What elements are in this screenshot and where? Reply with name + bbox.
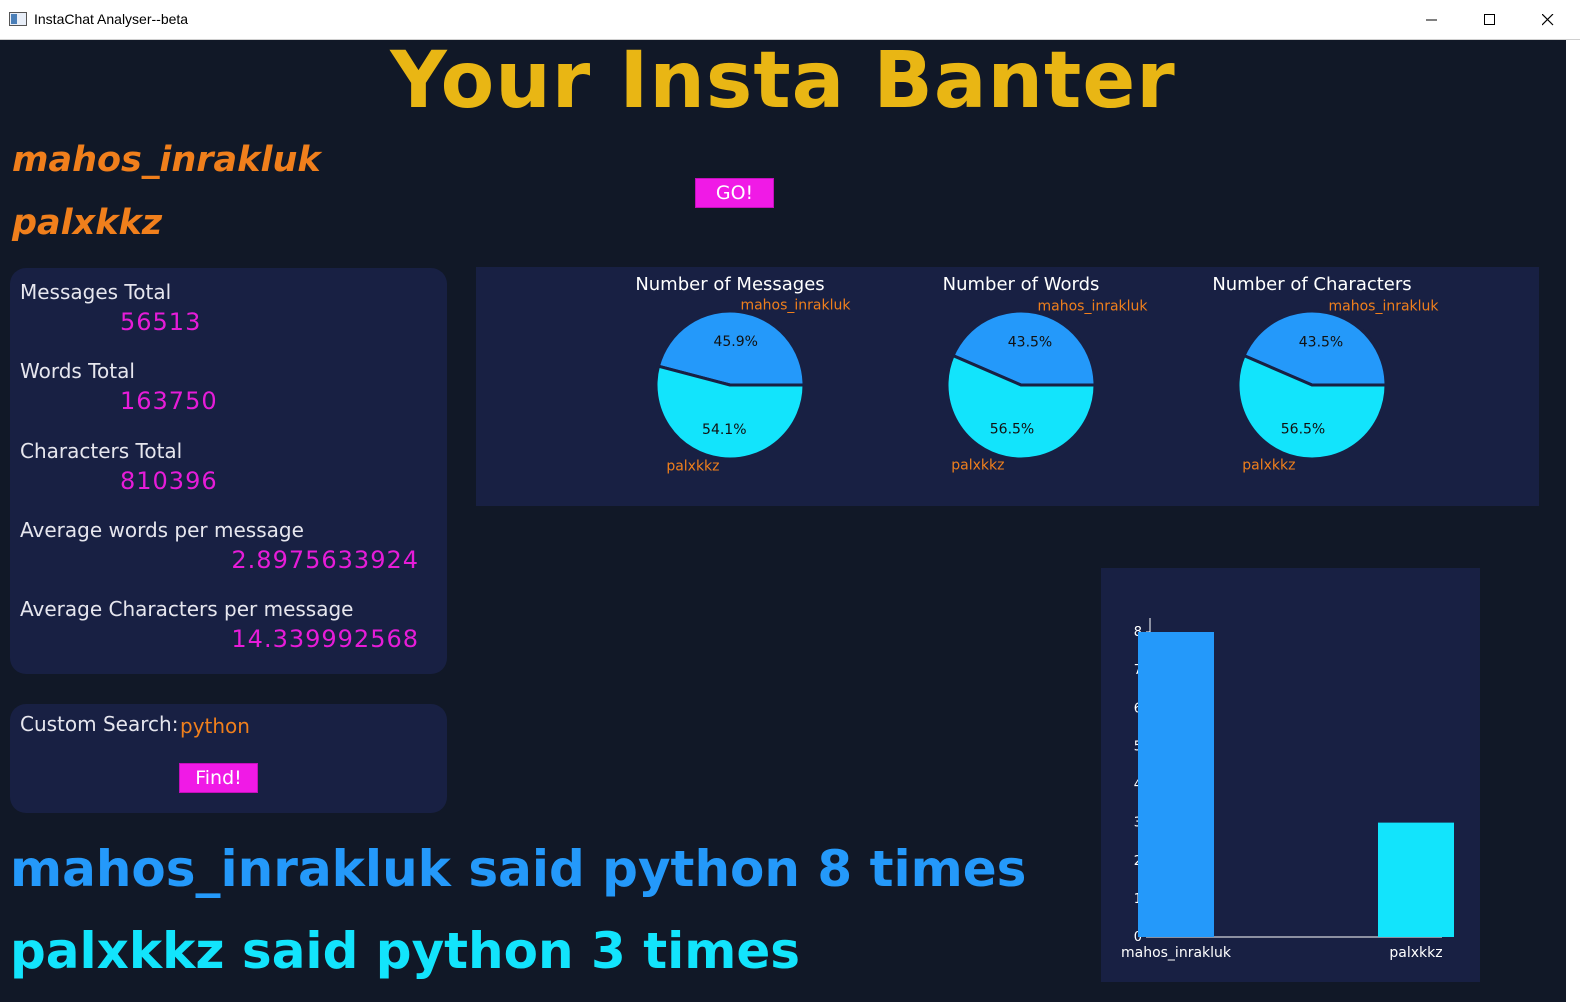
bar-2 bbox=[1378, 822, 1454, 937]
window-border bbox=[1566, 40, 1580, 1002]
x-tick-label: mahos_inrakluk bbox=[1121, 945, 1232, 961]
pie-category-label: palxkkz bbox=[1242, 458, 1295, 474]
pie-percent-label: 56.5% bbox=[1281, 421, 1325, 437]
messages-total-value: 56513 bbox=[120, 308, 202, 336]
maximize-icon bbox=[1484, 14, 1495, 25]
pie-title: Number of Words bbox=[943, 274, 1100, 295]
maximize-button[interactable] bbox=[1461, 0, 1519, 40]
characters-total-label: Characters Total bbox=[20, 439, 183, 463]
search-panel: Custom Search: python bbox=[10, 704, 447, 813]
x-tick-label: palxkkz bbox=[1389, 945, 1442, 961]
messages-total-label: Messages Total bbox=[20, 280, 172, 304]
pie-charts-panel: Number of Messages 45.9% mahos_inrakluk 54.… bbox=[476, 267, 1539, 506]
bar-chart-panel: 0 1 2 3 4 5 6 7 8 mahos_inrakluk palxkkz bbox=[1101, 568, 1480, 982]
pie-title: Number of Messages bbox=[635, 274, 824, 295]
pie-chart-2: Number of Words 43.5% mahos_inrakluk 56.5% p… bbox=[943, 274, 1149, 474]
stats-panel: Messages Total 56513 Words Total 163750 … bbox=[10, 268, 447, 674]
pie-category-label: mahos_inrakluk bbox=[1329, 298, 1440, 314]
result-user-2: palxkkz said python 3 times bbox=[10, 922, 801, 980]
avg-chars-value: 14.339992568 bbox=[231, 625, 419, 653]
pie-category-label: palxkkz bbox=[951, 458, 1004, 474]
search-label: Custom Search: bbox=[20, 712, 179, 736]
pie-percent-label: 54.1% bbox=[702, 422, 746, 438]
pie-charts: Number of Messages 45.9% mahos_inrakluk 54.… bbox=[635, 274, 1439, 475]
app-icon bbox=[9, 12, 27, 26]
close-button[interactable] bbox=[1519, 0, 1577, 40]
window-titlebar: InstaChat Analyser--beta bbox=[0, 0, 1580, 40]
pie-chart-3: Number of Characters 43.5% mahos_inrakluk 5… bbox=[1212, 274, 1439, 474]
pie-category-label: mahos_inrakluk bbox=[1038, 298, 1149, 314]
avg-words-value: 2.8975633924 bbox=[231, 546, 419, 574]
pie-category-label: palxkkz bbox=[666, 459, 719, 475]
close-icon bbox=[1542, 14, 1554, 26]
words-total-label: Words Total bbox=[20, 359, 135, 383]
minimize-button[interactable] bbox=[1403, 0, 1461, 40]
pie-percent-label: 56.5% bbox=[990, 421, 1034, 437]
find-button[interactable]: Find! bbox=[179, 763, 258, 793]
result-user-1: mahos_inrakluk said python 8 times bbox=[10, 840, 1027, 898]
user-name-2: palxkkz bbox=[12, 203, 163, 243]
pie-title: Number of Characters bbox=[1212, 274, 1411, 295]
go-button[interactable]: GO! bbox=[695, 178, 774, 208]
bar-chart: 012345678mahos_inrakluk palxkkz bbox=[1121, 618, 1454, 961]
avg-chars-label: Average Characters per message bbox=[20, 597, 354, 621]
search-input[interactable]: python bbox=[180, 714, 250, 738]
page-title: Your Insta Banter bbox=[390, 36, 1176, 126]
avg-words-label: Average words per message bbox=[20, 518, 304, 542]
bar-1 bbox=[1138, 632, 1214, 937]
pie-percent-label: 43.5% bbox=[1299, 335, 1343, 351]
minimize-icon bbox=[1426, 19, 1437, 21]
pie-percent-label: 45.9% bbox=[713, 334, 757, 350]
words-total-value: 163750 bbox=[120, 387, 218, 415]
user-name-1: mahos_inrakluk bbox=[12, 140, 321, 180]
pie-percent-label: 43.5% bbox=[1008, 335, 1052, 351]
window-title: InstaChat Analyser--beta bbox=[34, 11, 189, 27]
pie-chart-1: Number of Messages 45.9% mahos_inrakluk 54.… bbox=[635, 274, 851, 475]
pie-category-label: mahos_inrakluk bbox=[740, 297, 851, 313]
characters-total-value: 810396 bbox=[120, 467, 218, 495]
